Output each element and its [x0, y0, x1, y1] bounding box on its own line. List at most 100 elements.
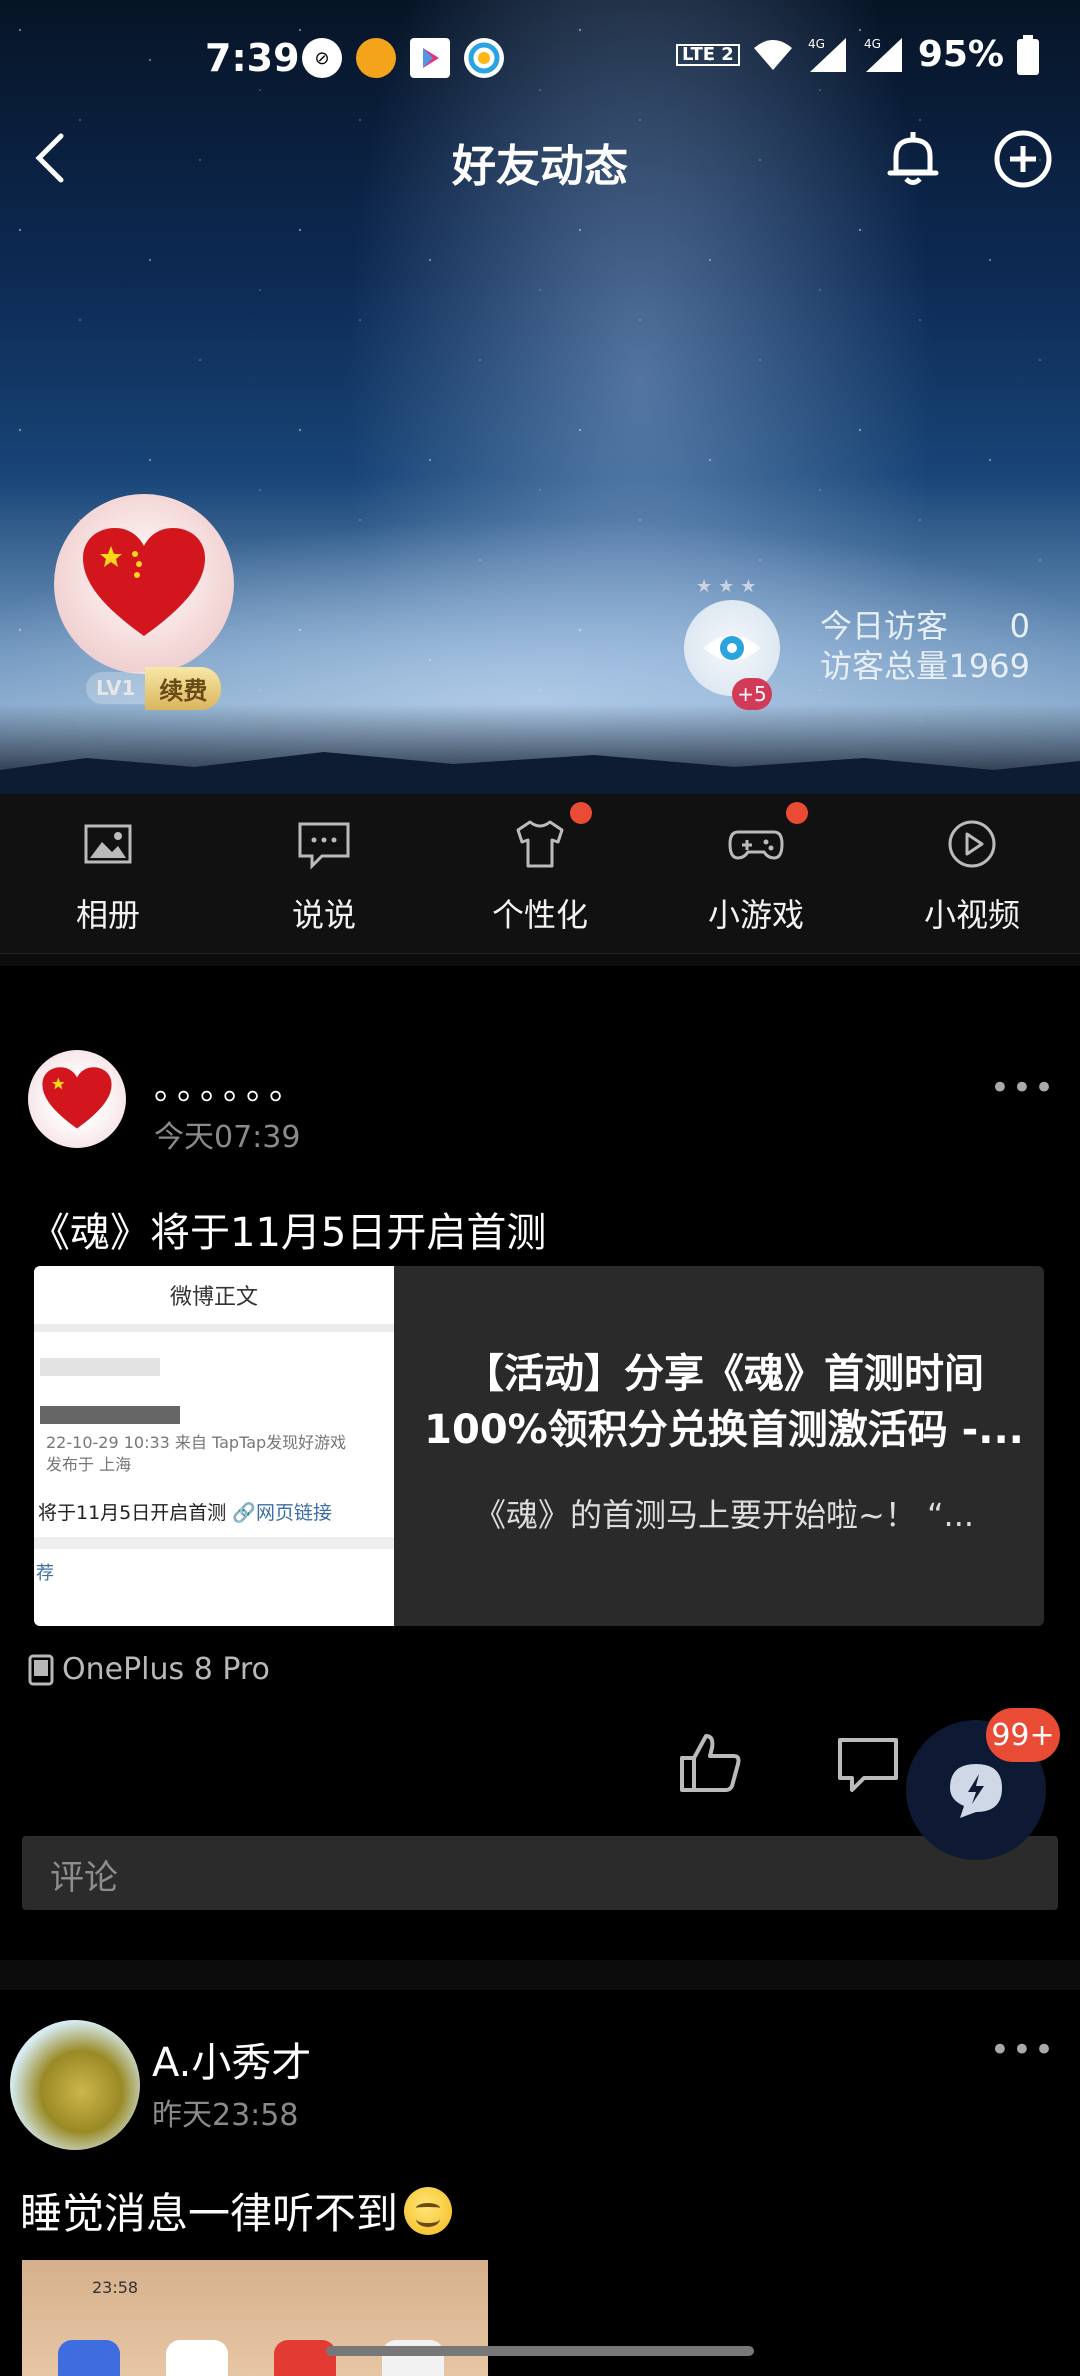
home-indicator[interactable] [326, 2346, 754, 2356]
youku-icon [410, 38, 450, 78]
plus-circle-icon [994, 130, 1052, 188]
photo-icon [84, 824, 132, 863]
today-visitors-value: 0 [1009, 607, 1030, 645]
feature-album[interactable]: 相册 [8, 812, 208, 936]
thumb-tail-text: 荐 [36, 1563, 54, 1584]
more-options-icon[interactable]: ••• [990, 2030, 1056, 2070]
wifi-icon [753, 39, 792, 70]
app-icon [58, 2340, 120, 2376]
post-text-content: 睡觉消息一律听不到 [20, 2189, 399, 2238]
status-indicators: LTE 2 4G 4G 95% [675, 34, 1040, 75]
app-icon [166, 2340, 228, 2376]
status-app-icons: ⊘ [302, 38, 504, 78]
thumb-meta-1: 22-10-29 10:33 来自 TapTap发现好游戏 [46, 1433, 347, 1452]
thumb-link-row: 将于11月5日开启首测 🔗网页链接 [38, 1498, 394, 1525]
mountain-silhouette [0, 704, 1080, 794]
app-icon [274, 2340, 336, 2376]
level-label: LV1 [86, 672, 146, 704]
more-options-icon[interactable]: ••• [990, 1068, 1056, 1108]
feed-post: A.小秀才 昨天23:58 ••• 睡觉消息一律听不到 23:58 [0, 1990, 1080, 2376]
feature-shortcuts: 相册 说说 个性化 小游戏 小视频 [0, 794, 1080, 954]
like-button[interactable] [676, 1728, 746, 1798]
post-image[interactable]: 23:58 [22, 2260, 488, 2376]
device-name: OnePlus 8 Pro [62, 1652, 270, 1687]
today-visitors-label: 今日访客 [820, 607, 949, 645]
link-card-title-text: 【活动】分享《魂》首测时间100%领积分兑换首测激活码 -... [424, 1351, 1024, 1453]
feature-label: 说说 [291, 895, 356, 934]
link-thumbnail: 微博正文 22-10-29 10:33 来自 TapTap发现好游戏 发布于 上… [34, 1266, 394, 1626]
feature-shuoshuo[interactable]: 说说 [224, 812, 424, 936]
feature-label: 小游戏 [707, 895, 804, 934]
status-bar: 7:39 ⊘ LTE 2 4G 4G 95% [0, 0, 1080, 120]
blurred-text [40, 1358, 160, 1376]
post-author-avatar[interactable] [10, 2020, 140, 2150]
thumbs-up-icon [680, 1734, 741, 1792]
app-notification-icon [356, 38, 396, 78]
thumb-link-line: 将于11月5日开启首测 [38, 1502, 227, 1524]
post-text: 《魂》将于11月5日开启首测 [30, 1210, 547, 1256]
link-card-description: 《魂》的首测马上要开始啦~！ “... [473, 1496, 975, 1534]
post-author-name[interactable]: A.小秀才 [152, 2030, 311, 2088]
thumb-link-text: 网页链接 [255, 1502, 332, 1524]
svg-text:4G: 4G [864, 37, 881, 51]
svg-text:4G: 4G [808, 37, 825, 51]
feature-label: 个性化 [491, 895, 588, 934]
volte-icon: LTE 2 [675, 43, 740, 66]
chat-icon [298, 822, 350, 870]
top-nav-bar: 好友动态 [0, 120, 1080, 200]
feature-label: 小视频 [923, 895, 1020, 934]
visitor-increment-badge: +5 [732, 678, 772, 710]
unread-count-badge: 99+ [986, 1708, 1060, 1762]
section-divider [0, 1960, 1080, 1990]
slash-circle-icon: ⊘ [302, 38, 342, 78]
feature-label: 相册 [75, 895, 140, 934]
post-time: 昨天23:58 [152, 2098, 299, 2133]
new-dot [786, 801, 808, 824]
bell-icon [887, 132, 939, 185]
qzone-friend-feed-page: 7:39 ⊘ LTE 2 4G 4G 95% 好友动态 LV1 续费 ★★★ +… [0, 0, 1080, 2376]
feature-personalize[interactable]: 个性化 [440, 801, 640, 936]
notifications-button[interactable] [880, 126, 946, 192]
shared-link-card[interactable]: 微博正文 22-10-29 10:33 来自 TapTap发现好游戏 发布于 上… [34, 1266, 1044, 1626]
comment-button[interactable] [834, 1732, 904, 1798]
add-post-button[interactable] [990, 126, 1056, 192]
visitor-stats[interactable]: 今日访客 0 访客总量 1969 [820, 606, 1030, 686]
link-icon: 🔗 [232, 1502, 256, 1524]
thumb-header: 微博正文 [34, 1266, 394, 1332]
link-card-title: 【活动】分享《魂》首测时间100%领积分兑换首测激活码 -... [414, 1346, 1034, 1458]
image-screenshot-time: 23:58 [92, 2278, 139, 2297]
stars-decoration: ★★★ [696, 576, 763, 597]
vip-badge[interactable]: LV1 续费 [86, 666, 222, 710]
phone-icon [28, 1654, 54, 1685]
post-text: 睡觉消息一律听不到 [20, 2180, 453, 2241]
feature-short-video[interactable]: 小视频 [872, 812, 1072, 936]
profile-avatar[interactable] [54, 494, 234, 674]
smile-emoji-icon [404, 2186, 453, 2235]
thumb-meta-2: 发布于 上海 [46, 1455, 132, 1474]
thumb-divider [34, 1537, 394, 1549]
status-time: 7:39 [205, 36, 300, 80]
total-visitors-value: 1969 [948, 647, 1030, 685]
post-time: 今天07:39 [154, 1120, 301, 1155]
battery-percent: 95% [917, 34, 1004, 75]
shirt-icon [516, 820, 564, 867]
comment-icon [838, 1738, 898, 1792]
post-device: OnePlus 8 Pro [28, 1652, 270, 1687]
post-author-avatar[interactable] [28, 1050, 126, 1148]
signal-4g-icon-2: 4G [864, 37, 902, 72]
battery-icon [1017, 34, 1039, 75]
lightning-chat-icon [950, 1764, 1002, 1818]
heart-flag-avatar-icon [42, 1067, 112, 1129]
feature-games[interactable]: 小游戏 [656, 801, 856, 936]
comment-input[interactable]: 评论 [22, 1836, 1058, 1910]
new-dot [570, 801, 592, 824]
section-divider [0, 954, 1080, 966]
play-icon [948, 820, 996, 867]
round-app-icon [464, 38, 504, 78]
gamepad-icon [728, 830, 784, 860]
post-author-name[interactable]: 。。。。。。 [154, 1060, 309, 1109]
renew-label: 续费 [145, 666, 222, 710]
heart-flag-avatar-icon [83, 528, 205, 636]
signal-4g-icon: 4G [808, 37, 846, 72]
total-visitors-label: 访客总量 [820, 647, 949, 685]
